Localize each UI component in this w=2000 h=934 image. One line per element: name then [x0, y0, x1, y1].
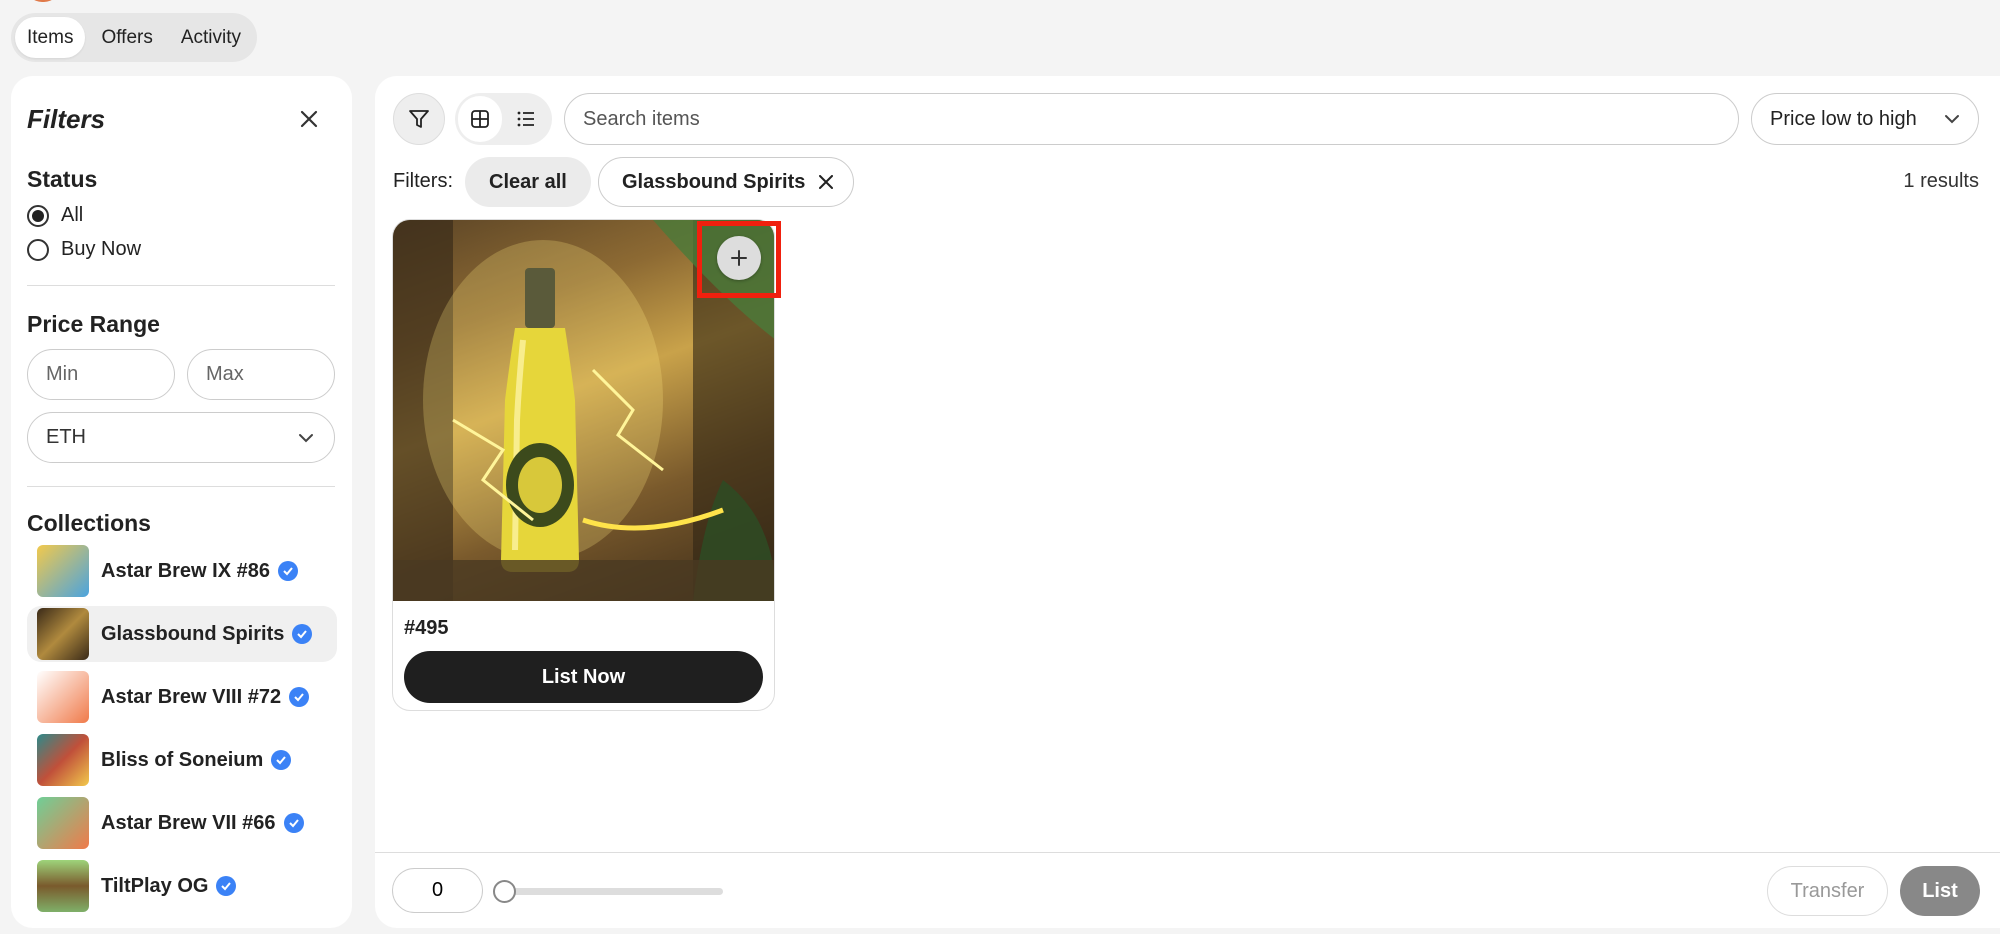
item-title: #495: [404, 617, 449, 639]
collection-thumbnail: [37, 860, 89, 912]
collection-name: Astar Brew VIII #72: [101, 685, 282, 708]
selection-count-input[interactable]: [392, 868, 483, 913]
list-now-button[interactable]: List Now: [404, 651, 763, 703]
verified-badge-icon: [283, 813, 304, 833]
tab-activity[interactable]: Activity: [169, 17, 253, 58]
collection-item[interactable]: Astar Brew VII #66: [27, 795, 337, 851]
tab-offers[interactable]: Offers: [89, 17, 164, 58]
clear-all-filters-button[interactable]: Clear all: [465, 157, 591, 207]
active-filters-label: Filters:: [393, 170, 453, 192]
plus-icon: [731, 250, 747, 266]
currency-value: ETH: [46, 426, 86, 448]
tab-items[interactable]: Items: [15, 17, 86, 58]
price-min-input[interactable]: [27, 349, 175, 400]
item-image: [393, 220, 774, 601]
collection-name: Astar Brew IX #86: [101, 559, 270, 582]
close-filters-button[interactable]: [294, 104, 324, 134]
collection-name: Astar Brew VII #66: [101, 811, 276, 834]
verified-badge-icon: [292, 624, 313, 644]
status-option-buy-now[interactable]: Buy Now: [27, 238, 141, 261]
search-input[interactable]: [564, 93, 1739, 145]
radio-all[interactable]: [27, 204, 49, 227]
sort-select[interactable]: Price low to high: [1751, 93, 1979, 145]
collections-title: Collections: [27, 510, 151, 536]
verified-badge-icon: [216, 876, 237, 896]
collection-thumbnail: [37, 734, 89, 786]
collection-thumbnail: [37, 545, 89, 597]
sort-value: Price low to high: [1770, 107, 1917, 130]
verified-badge-icon: [271, 750, 292, 770]
grid-icon: [471, 110, 489, 128]
status-option-all[interactable]: All: [27, 204, 83, 227]
divider: [27, 285, 335, 286]
collection-item[interactable]: TiltPlay OG: [27, 858, 337, 914]
transfer-button[interactable]: Transfer: [1767, 866, 1888, 916]
collection-item[interactable]: Astar Brew VIII #72: [27, 669, 337, 725]
collection-name: TiltPlay OG: [101, 874, 209, 897]
status-section-title: Status: [27, 166, 98, 192]
filters-title: Filters: [27, 104, 106, 134]
selection-slider-thumb[interactable]: [493, 880, 516, 903]
items-main-panel: Price low to high Filters: Clear all Gla…: [375, 76, 2000, 928]
close-icon: [300, 110, 318, 128]
currency-select[interactable]: ETH: [27, 412, 335, 463]
collection-thumbnail: [37, 608, 89, 660]
filter-funnel-icon: [409, 110, 429, 128]
status-option-label: All: [61, 204, 84, 226]
collection-item[interactable]: Glassbound Spirits: [27, 606, 337, 662]
close-icon[interactable]: [819, 175, 834, 189]
filters-sidebar: Filters Status All Buy Now Price Range E…: [11, 76, 352, 928]
selection-slider-track[interactable]: [495, 888, 723, 895]
bulk-action-bar: Transfer List: [375, 852, 2000, 928]
verified-badge-icon: [277, 561, 298, 581]
collection-item[interactable]: Astar Brew IX #86: [27, 543, 337, 599]
list-button[interactable]: List: [1900, 866, 1980, 916]
collections-list: Astar Brew IX #86 Glassbound Spirits Ast…: [27, 543, 337, 921]
item-card[interactable]: #495 List Now: [392, 219, 775, 711]
verified-badge-icon: [289, 687, 310, 707]
list-icon: [517, 111, 534, 127]
divider: [27, 486, 335, 487]
top-tabs: Items Offers Activity: [11, 13, 258, 62]
bottle-artwork: [393, 220, 774, 601]
collection-thumbnail: [37, 797, 89, 849]
user-avatar[interactable]: [26, 0, 60, 2]
list-view-button[interactable]: [504, 96, 548, 142]
chevron-down-icon: [299, 433, 313, 442]
status-option-label: Buy Now: [61, 238, 142, 260]
view-mode-toggle: [455, 93, 552, 145]
radio-buy-now[interactable]: [27, 238, 49, 261]
collection-name: Bliss of Soneium: [101, 748, 264, 771]
price-range-title: Price Range: [27, 311, 160, 337]
price-max-input[interactable]: [187, 349, 335, 400]
active-filter-label: Glassbound Spirits: [622, 170, 806, 193]
chevron-down-icon: [1945, 115, 1959, 124]
add-to-selection-button[interactable]: [717, 236, 761, 280]
active-filter-chip[interactable]: Glassbound Spirits: [598, 157, 855, 207]
collection-thumbnail: [37, 671, 89, 723]
collection-item[interactable]: Bliss of Soneium: [27, 732, 337, 788]
grid-view-button[interactable]: [458, 96, 502, 142]
collection-name: Glassbound Spirits: [101, 622, 285, 645]
toggle-filters-button[interactable]: [393, 93, 445, 145]
results-count: 1 results: [1903, 170, 1979, 192]
